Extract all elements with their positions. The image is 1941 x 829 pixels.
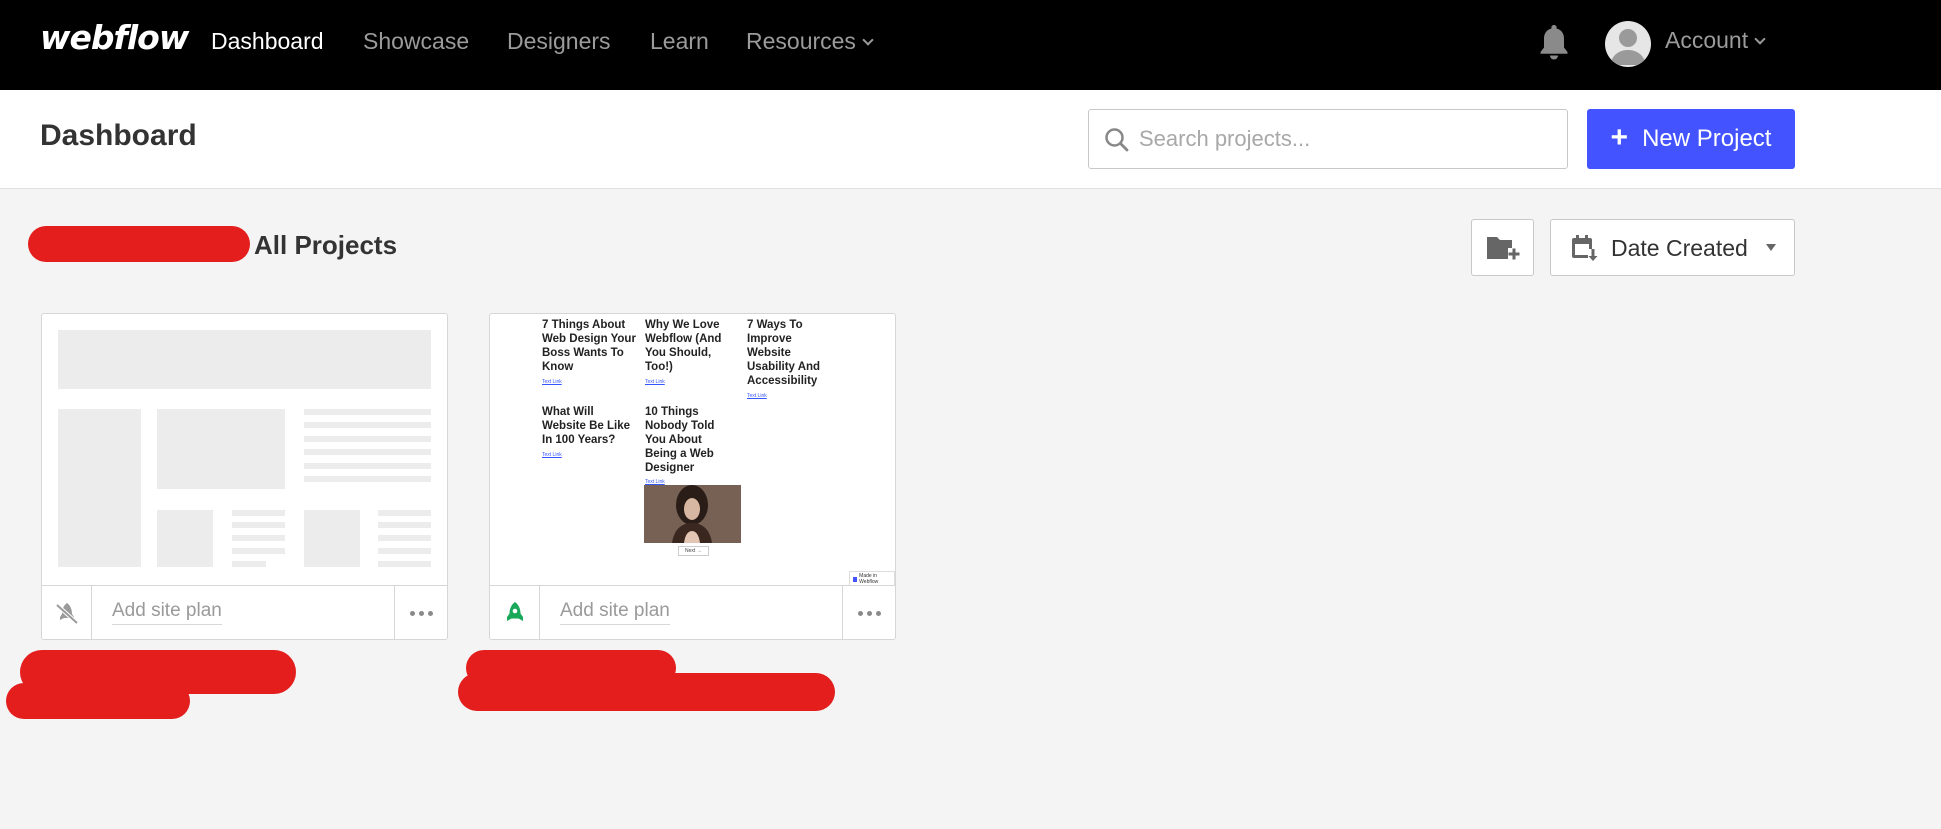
preview-post-title: 7 Ways To Improve Website Usability And … <box>747 319 821 387</box>
preview-post-title: What Will Website Be Like In 100 Years? <box>542 406 630 446</box>
new-folder-button[interactable] <box>1471 219 1534 276</box>
chevron-down-icon <box>1754 33 1766 45</box>
placeholder-block <box>157 510 213 567</box>
made-in-webflow-badge: Made in Webflow <box>849 571 895 585</box>
dot <box>875 610 881 616</box>
calendar-sort-icon <box>1572 235 1598 262</box>
placeholder-line <box>304 422 431 428</box>
nav-link-resources[interactable]: Resources <box>746 28 874 55</box>
unpublished-icon <box>55 603 79 625</box>
account-menu[interactable]: Account <box>1665 27 1766 54</box>
dot <box>866 610 872 616</box>
folder-add-icon <box>1487 237 1520 260</box>
new-project-button[interactable]: + New Project <box>1587 109 1795 169</box>
placeholder-line <box>304 436 431 442</box>
preview-post-title: 7 Things About Web Design Your Boss Want… <box>542 319 636 373</box>
project-card-footer: Add site plan <box>490 585 895 639</box>
dashboard-header: Dashboard + New Project <box>0 90 1941 189</box>
search-icon <box>1105 128 1129 152</box>
avatar[interactable] <box>1605 21 1651 67</box>
page-title: Dashboard <box>40 119 197 152</box>
more-options-button[interactable] <box>394 586 447 639</box>
dot <box>427 610 433 616</box>
add-site-plan-link[interactable]: Add site plan <box>112 600 222 625</box>
preview-post-image <box>644 485 741 543</box>
project-card[interactable]: 7 Things About Web Design Your Boss Want… <box>489 313 896 640</box>
placeholder-line <box>304 409 431 415</box>
placeholder-block <box>157 409 285 489</box>
search-input[interactable] <box>1139 120 1549 158</box>
placeholder-line <box>304 449 431 455</box>
placeholder-line <box>378 561 431 567</box>
preview-next-button: Next → <box>678 546 709 556</box>
placeholder-line <box>304 463 431 469</box>
placeholder-line <box>304 476 431 482</box>
more-options-button[interactable] <box>842 586 895 639</box>
redaction-mark <box>28 226 250 262</box>
sort-dropdown[interactable]: Date Created <box>1550 219 1795 276</box>
preview-post-link: Text Link <box>645 379 665 385</box>
placeholder-line <box>232 535 285 541</box>
project-thumbnail-preview[interactable]: 7 Things About Web Design Your Boss Want… <box>490 314 895 585</box>
placeholder-line <box>232 548 285 554</box>
dot <box>857 610 863 616</box>
section-title: All Projects <box>254 230 398 260</box>
publish-status[interactable] <box>42 586 92 639</box>
webflow-badge-icon <box>853 576 858 582</box>
nav-link-learn[interactable]: Learn <box>650 28 709 55</box>
user-avatar-icon <box>1610 29 1646 65</box>
placeholder-line <box>378 522 431 528</box>
chevron-down-icon <box>862 34 874 46</box>
preview-post-title: 10 Things Nobody Told You About Being a … <box>645 406 715 474</box>
dot <box>409 610 415 616</box>
placeholder-block <box>304 510 360 567</box>
nav-link-resources-label: Resources <box>746 28 856 54</box>
project-thumbnail-placeholder[interactable] <box>42 314 447 585</box>
publish-status[interactable] <box>490 586 540 639</box>
placeholder-block <box>58 409 141 567</box>
preview-post-link: Text Link <box>747 393 767 399</box>
nav-link-designers[interactable]: Designers <box>507 28 611 55</box>
placeholder-line <box>378 510 431 516</box>
nav-link-dashboard[interactable]: Dashboard <box>211 28 324 55</box>
placeholder-line <box>232 510 285 516</box>
preview-post-title: Why We Love Webflow (And You Should, Too… <box>645 319 722 373</box>
project-card-footer: Add site plan <box>42 585 447 639</box>
plus-icon: + <box>1610 120 1629 154</box>
project-card[interactable]: Add site plan <box>41 313 448 640</box>
placeholder-line <box>232 522 285 528</box>
search-box[interactable] <box>1088 109 1568 169</box>
account-label: Account <box>1665 27 1749 53</box>
placeholder-line <box>378 548 431 554</box>
dot <box>418 610 424 616</box>
placeholder-block <box>58 330 431 389</box>
webflow-logo[interactable]: webflow <box>40 18 189 57</box>
top-navigation: webflow Dashboard Showcase Designers Lea… <box>0 0 1941 90</box>
placeholder-line <box>232 561 266 567</box>
preview-post-link: Text Link <box>542 452 562 458</box>
preview-post-link: Text Link <box>542 379 562 385</box>
nav-link-showcase[interactable]: Showcase <box>363 28 469 55</box>
new-project-label: New Project <box>1642 125 1772 152</box>
notifications-bell-icon[interactable] <box>1537 22 1571 62</box>
placeholder-line <box>378 535 431 541</box>
add-site-plan-link[interactable]: Add site plan <box>560 600 670 625</box>
published-rocket-icon <box>507 602 523 621</box>
redaction-mark <box>6 683 190 719</box>
redaction-mark <box>458 673 835 711</box>
badge-label: Made in Webflow <box>859 573 879 585</box>
dropdown-arrow-icon <box>1766 244 1776 251</box>
sort-label: Date Created <box>1611 235 1748 261</box>
